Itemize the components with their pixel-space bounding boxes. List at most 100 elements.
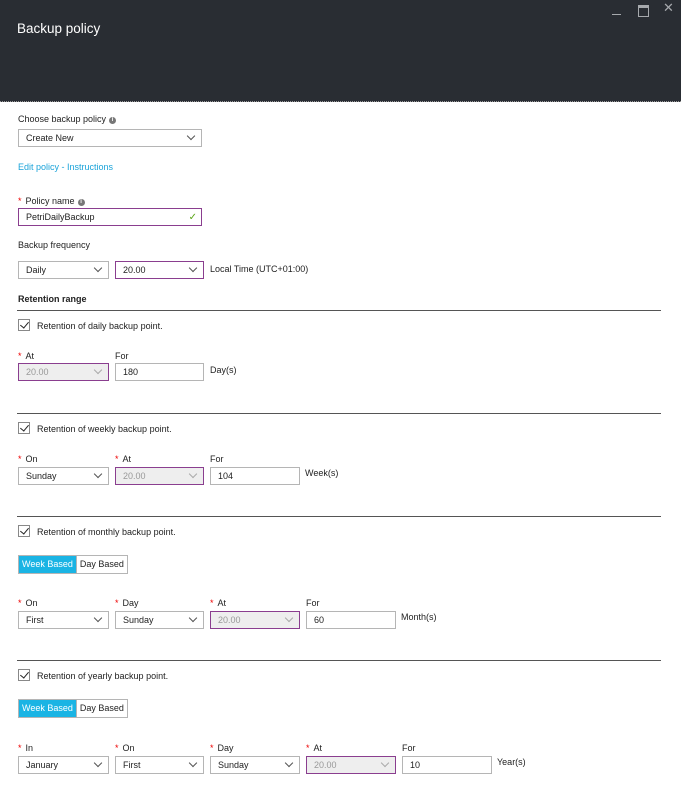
minimize-icon[interactable] [611, 4, 625, 16]
weekly-at-label-text: At [122, 454, 132, 464]
monthly-day-based-option[interactable]: Day Based [75, 556, 127, 573]
weekly-at-select: 20.00 [115, 467, 204, 485]
required-marker: * [18, 196, 22, 206]
backup-frequency-label: Backup frequency [18, 240, 91, 250]
monthly-on-label: * On [18, 598, 38, 608]
retention-range-title: Retention range [18, 294, 87, 304]
monthly-day-value: Sunday [123, 615, 154, 625]
info-icon[interactable]: i [109, 117, 117, 124]
yearly-in-value: January [26, 760, 59, 770]
policy-name-value: PetriDailyBackup [26, 212, 95, 222]
yearly-unit: Year(s) [497, 757, 526, 767]
divider [17, 660, 661, 661]
weekly-retention-label: Retention of weekly backup point. [37, 424, 172, 434]
required-marker: * [115, 743, 119, 753]
weekly-on-select[interactable]: Sunday [18, 467, 109, 485]
choose-policy-label-text: Choose backup policy [18, 114, 107, 124]
yearly-on-label: * On [115, 743, 135, 753]
edit-policy-instructions-link[interactable]: Edit policy - Instructions [18, 162, 113, 172]
weekly-for-input[interactable]: 104 [210, 467, 300, 485]
yearly-at-label-text: At [313, 743, 323, 753]
monthly-on-value: First [26, 615, 44, 625]
monthly-retention-label: Retention of monthly backup point. [37, 527, 176, 537]
daily-for-input[interactable]: 180 [115, 363, 204, 381]
yearly-in-select[interactable]: January [18, 756, 109, 774]
yearly-week-based-option[interactable]: Week Based [19, 700, 76, 717]
monthly-for-label: For [306, 598, 320, 608]
chevron-down-icon [284, 613, 294, 623]
close-icon[interactable]: ✕ [663, 1, 677, 14]
yearly-day-select[interactable]: Sunday [210, 756, 300, 774]
monthly-week-based-option[interactable]: Week Based [19, 556, 76, 573]
daily-unit: Day(s) [210, 365, 237, 375]
yearly-at-value: 20.00 [314, 760, 337, 770]
daily-for-label: For [115, 351, 129, 361]
yearly-basis-toggle: Week Based Day Based [18, 699, 128, 718]
monthly-at-select: 20.00 [210, 611, 300, 629]
blade-header: Backup policy ✕ [0, 0, 681, 102]
required-marker: * [18, 351, 22, 361]
chevron-down-icon [188, 613, 198, 623]
yearly-for-value: 10 [410, 760, 421, 770]
yearly-day-label-text: Day [217, 743, 234, 753]
divider [17, 516, 661, 517]
choose-policy-label: Choose backup policy i [18, 114, 117, 124]
chevron-down-icon [93, 263, 103, 273]
monthly-retention-checkbox[interactable] [18, 525, 30, 537]
daily-for-value: 180 [123, 367, 139, 377]
yearly-day-label: * Day [210, 743, 234, 753]
weekly-for-label: For [210, 454, 224, 464]
weekly-at-value: 20.00 [123, 471, 146, 481]
monthly-unit: Month(s) [401, 612, 437, 622]
frequency-time-select[interactable]: 20.00 [115, 261, 204, 279]
yearly-on-select[interactable]: First [115, 756, 204, 774]
choose-policy-select[interactable]: Create New [18, 129, 202, 147]
yearly-retention-label: Retention of yearly backup point. [37, 671, 169, 681]
maximize-icon[interactable] [637, 4, 651, 17]
daily-at-select: 20.00 [18, 363, 109, 381]
required-marker: * [306, 743, 310, 753]
monthly-at-value: 20.00 [218, 615, 241, 625]
weekly-on-label: * On [18, 454, 38, 464]
yearly-for-input[interactable]: 10 [402, 756, 492, 774]
monthly-day-select[interactable]: Sunday [115, 611, 204, 629]
weekly-retention-checkbox[interactable] [18, 422, 30, 434]
monthly-for-input[interactable]: 60 [306, 611, 396, 629]
monthly-at-label-text: At [217, 598, 227, 608]
yearly-on-value: First [123, 760, 141, 770]
frequency-time-value: 20.00 [123, 265, 146, 275]
monthly-day-label-text: Day [122, 598, 139, 608]
chevron-down-icon [93, 469, 103, 479]
daily-at-value: 20.00 [26, 367, 49, 377]
yearly-at-select: 20.00 [306, 756, 396, 774]
yearly-in-label-text: In [25, 743, 34, 753]
yearly-retention-checkbox[interactable] [18, 669, 30, 681]
daily-at-label: * At [18, 351, 34, 361]
chevron-down-icon [93, 365, 103, 375]
blade-title: Backup policy [17, 21, 101, 36]
timezone-label: Local Time (UTC+01:00) [210, 264, 309, 274]
monthly-on-select[interactable]: First [18, 611, 109, 629]
frequency-value: Daily [26, 265, 47, 275]
monthly-day-label: * Day [115, 598, 139, 608]
frequency-select[interactable]: Daily [18, 261, 109, 279]
yearly-day-based-option[interactable]: Day Based [75, 700, 127, 717]
required-marker: * [18, 454, 22, 464]
policy-name-label-text: Policy name [25, 196, 75, 206]
required-marker: * [210, 598, 214, 608]
policy-name-input[interactable]: PetriDailyBackup ✓ [18, 208, 202, 226]
choose-policy-value: Create New [26, 133, 74, 143]
chevron-down-icon [186, 131, 196, 141]
valid-check-icon: ✓ [188, 212, 197, 223]
required-marker: * [115, 598, 119, 608]
info-icon[interactable]: i [77, 199, 85, 206]
chevron-down-icon [284, 758, 294, 768]
yearly-in-label: * In [18, 743, 33, 753]
divider [17, 310, 661, 311]
weekly-for-value: 104 [218, 471, 234, 481]
daily-retention-label: Retention of daily backup point. [37, 321, 163, 331]
required-marker: * [18, 743, 22, 753]
daily-retention-checkbox[interactable] [18, 319, 30, 331]
weekly-on-label-text: On [25, 454, 38, 464]
divider [17, 413, 661, 414]
